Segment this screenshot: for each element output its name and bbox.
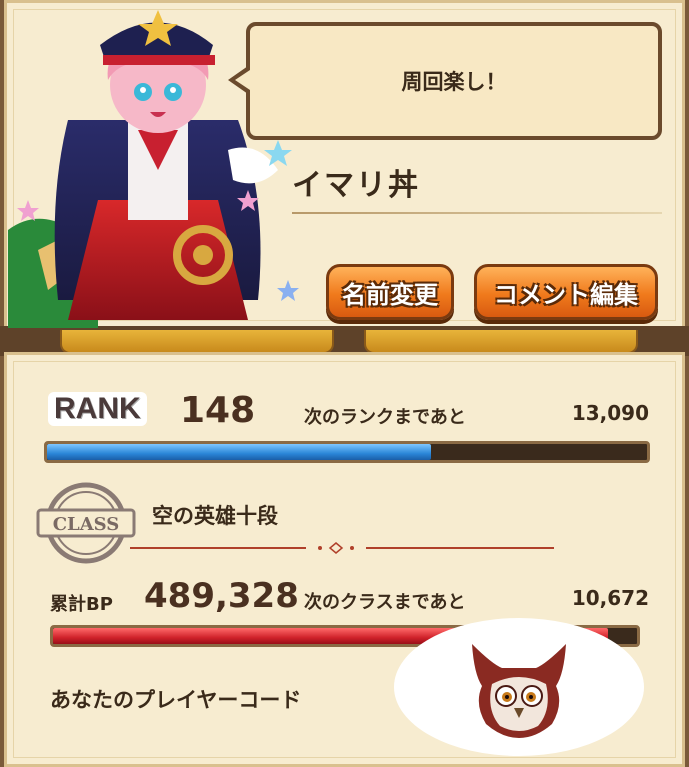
class-name: 空の英雄十段 [152, 504, 278, 528]
bp-label: 累計BP [50, 594, 113, 615]
next-class-value: 10,672 [571, 586, 649, 610]
comment-text: 周回楽し！ [401, 70, 507, 94]
class-divider [130, 542, 554, 554]
hidden-tab-left [60, 330, 334, 354]
edit-comment-button[interactable]: コメント編集 [474, 264, 658, 320]
player-name: イマリ丼 [292, 168, 420, 203]
next-class-label: 次のクラスまであと [304, 592, 466, 613]
rename-button[interactable]: 名前変更 [326, 264, 454, 320]
hidden-tab-right [364, 330, 638, 354]
rank-label: RANK [48, 392, 147, 426]
mascot-overlay [394, 618, 644, 756]
rank-progress-bar [44, 441, 650, 463]
class-stamp-icon: CLASS [36, 482, 136, 564]
next-rank-value: 13,090 [571, 401, 649, 425]
bp-value: 489,328 [144, 576, 299, 616]
name-underline [292, 212, 662, 214]
player-code-label: あなたのプレイヤーコード [50, 688, 302, 712]
rank-value: 148 [180, 390, 256, 431]
class-stamp-text: CLASS [53, 514, 120, 535]
owl-mascot-icon [472, 644, 566, 738]
comment-bubble: 周回楽し！ [228, 22, 662, 140]
rank-progress-fill [47, 444, 431, 460]
next-rank-label: 次のランクまであと [304, 407, 466, 428]
